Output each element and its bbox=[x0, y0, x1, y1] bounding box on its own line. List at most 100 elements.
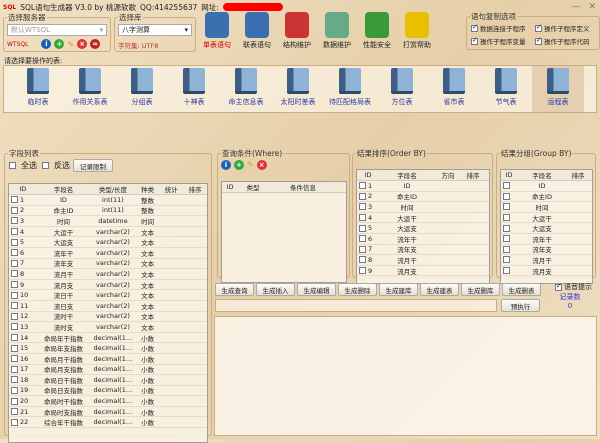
table-row[interactable]: 9 流月支 bbox=[357, 266, 489, 277]
table-row[interactable]: 大运支 bbox=[501, 223, 592, 234]
info-icon[interactable]: i bbox=[41, 39, 52, 49]
record-limit-button[interactable]: 记录限制 bbox=[73, 159, 113, 172]
row-checkbox[interactable] bbox=[503, 256, 510, 264]
add-icon[interactable]: + bbox=[54, 39, 65, 49]
database-select[interactable]: 八字测算 ▾ bbox=[118, 24, 192, 36]
table-row[interactable]: 时间 bbox=[501, 202, 592, 213]
edit-condition-icon[interactable]: ✎ bbox=[247, 160, 254, 170]
table-row[interactable]: 8 流月干 varchar(2) 文本 bbox=[9, 269, 207, 280]
option-checkbox[interactable] bbox=[471, 23, 478, 32]
row-checkbox[interactable] bbox=[11, 281, 18, 289]
table-row[interactable]: 7 流年支 varchar(2) 文本 bbox=[9, 259, 207, 270]
table-row[interactable]: ID bbox=[501, 181, 592, 192]
table-row[interactable]: 4 大运干 bbox=[357, 213, 489, 224]
row-checkbox[interactable] bbox=[503, 214, 510, 222]
row-checkbox[interactable] bbox=[11, 323, 18, 331]
row-checkbox[interactable] bbox=[11, 217, 18, 225]
table-row[interactable]: 命主ID bbox=[501, 192, 592, 203]
delete-icon[interactable]: × bbox=[77, 39, 88, 49]
table-row[interactable]: 流年支 bbox=[501, 245, 592, 256]
row-checkbox[interactable] bbox=[11, 355, 18, 363]
table-row[interactable]: 2 命主ID int(11) 整数 bbox=[9, 206, 207, 217]
toolbar-button[interactable]: 单表语句 bbox=[198, 12, 236, 50]
table-item[interactable]: 省市表 bbox=[428, 66, 480, 112]
action-button[interactable]: 生成删表 bbox=[502, 283, 541, 296]
row-checkbox[interactable] bbox=[503, 192, 510, 200]
action-button[interactable]: 生成建库 bbox=[379, 283, 418, 296]
row-checkbox[interactable] bbox=[11, 206, 18, 214]
row-checkbox[interactable] bbox=[359, 256, 366, 264]
table-item[interactable]: 分组表 bbox=[116, 66, 168, 112]
server-select[interactable]: 默认WTSQL ▾ bbox=[7, 24, 107, 36]
toolbar-button[interactable]: 性能安全 bbox=[358, 12, 396, 50]
row-checkbox[interactable] bbox=[11, 249, 18, 257]
action-button[interactable]: 生成编辑 bbox=[297, 283, 336, 296]
table-item[interactable]: 作用关系表 bbox=[64, 66, 116, 112]
row-checkbox[interactable] bbox=[11, 302, 18, 310]
sql-output-textarea[interactable] bbox=[214, 316, 597, 436]
row-checkbox[interactable] bbox=[503, 245, 510, 253]
table-item[interactable]: 十神表 bbox=[168, 66, 220, 112]
row-checkbox[interactable] bbox=[11, 418, 18, 426]
table-row[interactable]: 18 命局日干指数 decimal(1… 小数 bbox=[9, 375, 207, 386]
table-row[interactable]: 20 命局时干指数 decimal(1… 小数 bbox=[9, 396, 207, 407]
row-checkbox[interactable] bbox=[503, 224, 510, 232]
option-checkbox[interactable] bbox=[535, 36, 542, 45]
action-button[interactable]: 生成插入 bbox=[256, 283, 295, 296]
edit-icon[interactable]: ✎ bbox=[67, 40, 74, 49]
action-button[interactable]: 生成建表 bbox=[420, 283, 459, 296]
row-checkbox[interactable] bbox=[503, 235, 510, 243]
action-button[interactable]: 生成删除 bbox=[338, 283, 377, 296]
row-checkbox[interactable] bbox=[503, 267, 510, 275]
table-item[interactable]: 节气表 bbox=[480, 66, 532, 112]
row-checkbox[interactable] bbox=[359, 192, 366, 200]
table-row[interactable]: 19 命局日支指数 decimal(1… 小数 bbox=[9, 386, 207, 397]
toolbar-button[interactable]: 打赏帮助 bbox=[398, 12, 436, 50]
table-row[interactable]: 12 流时干 varchar(2) 文本 bbox=[9, 312, 207, 323]
action-button[interactable]: 生成查询 bbox=[215, 283, 254, 296]
delete-condition-icon[interactable]: × bbox=[256, 160, 267, 170]
table-row[interactable]: 21 命局时支指数 decimal(1… 小数 bbox=[9, 407, 207, 418]
row-checkbox[interactable] bbox=[503, 203, 510, 211]
table-item[interactable]: 临时表 bbox=[12, 66, 64, 112]
table-item[interactable]: 运程表 bbox=[532, 66, 584, 112]
row-checkbox[interactable] bbox=[359, 224, 366, 232]
table-item[interactable]: 太阳时差表 bbox=[272, 66, 324, 112]
add-condition-icon[interactable]: + bbox=[234, 160, 244, 170]
table-row[interactable]: 5 大运支 bbox=[357, 223, 489, 234]
row-checkbox[interactable] bbox=[11, 259, 18, 267]
row-checkbox[interactable] bbox=[11, 344, 18, 352]
info-icon[interactable]: i bbox=[221, 160, 231, 170]
table-item[interactable]: 命主信息表 bbox=[220, 66, 272, 112]
copy-option[interactable]: 操作子程序代码 bbox=[533, 36, 597, 46]
table-row[interactable]: 1 ID int(11) 整数 bbox=[9, 195, 207, 206]
table-row[interactable]: 7 流年支 bbox=[357, 245, 489, 256]
table-row[interactable]: 2 命主ID bbox=[357, 192, 489, 203]
disconnect-icon[interactable]: ≈ bbox=[90, 39, 101, 49]
toolbar-button[interactable]: 联表语句 bbox=[238, 12, 276, 50]
select-all-checkbox[interactable] bbox=[9, 162, 16, 169]
voice-checkbox[interactable] bbox=[555, 282, 562, 291]
table-row[interactable]: 5 大运支 varchar(2) 文本 bbox=[9, 237, 207, 248]
toolbar-button[interactable]: 结构维护 bbox=[278, 12, 316, 50]
row-checkbox[interactable] bbox=[11, 376, 18, 384]
option-checkbox[interactable] bbox=[535, 23, 542, 32]
table-row[interactable]: 6 流年干 varchar(2) 文本 bbox=[9, 248, 207, 259]
option-checkbox[interactable] bbox=[471, 36, 478, 45]
table-row[interactable]: 15 命局年支指数 decimal(1… 小数 bbox=[9, 343, 207, 354]
row-checkbox[interactable] bbox=[11, 196, 18, 204]
table-item[interactable]: 待匹配格局表 bbox=[324, 66, 376, 112]
row-checkbox[interactable] bbox=[359, 235, 366, 243]
voice-toggle[interactable]: 语音提示 bbox=[553, 282, 592, 292]
row-checkbox[interactable] bbox=[11, 270, 18, 278]
table-row[interactable]: 17 命局月支指数 decimal(1… 小数 bbox=[9, 365, 207, 376]
invert-checkbox[interactable] bbox=[42, 162, 49, 169]
row-checkbox[interactable] bbox=[11, 408, 18, 416]
action-button[interactable]: 生成删库 bbox=[461, 283, 500, 296]
table-row[interactable]: 流年干 bbox=[501, 234, 592, 245]
table-row[interactable]: 4 大运干 varchar(2) 文本 bbox=[9, 227, 207, 238]
table-row[interactable]: 6 流年干 bbox=[357, 234, 489, 245]
table-row[interactable]: 流月干 bbox=[501, 255, 592, 266]
row-checkbox[interactable] bbox=[11, 312, 18, 320]
row-checkbox[interactable] bbox=[503, 182, 510, 190]
